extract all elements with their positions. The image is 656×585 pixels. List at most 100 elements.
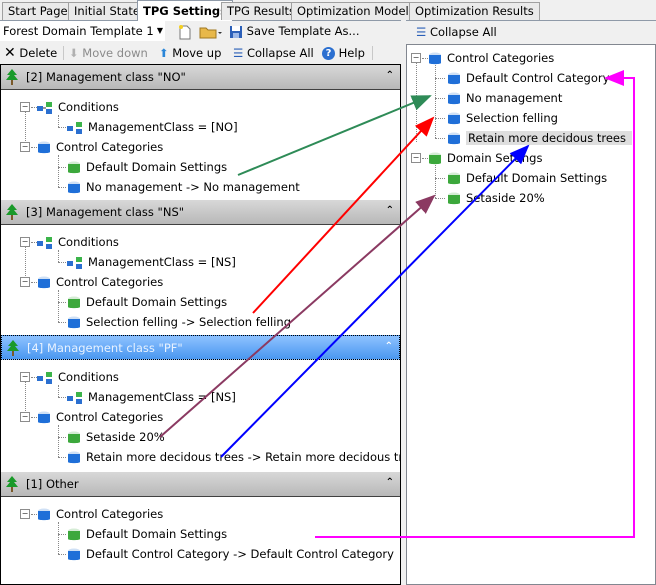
domain-cylinder-icon	[448, 192, 460, 204]
conditions-node[interactable]: Conditions	[37, 367, 119, 387]
category-mapping-node[interactable]: Retain more decidous trees -> Retain mor…	[67, 447, 423, 467]
delete-button[interactable]: ✕ Delete	[4, 42, 57, 64]
group-header[interactable]: [1] Other ⌃	[1, 472, 400, 497]
category-mapping-node[interactable]: No management -> No management	[67, 177, 300, 197]
toolbar-separator	[372, 46, 373, 60]
conditions-node[interactable]: Conditions	[37, 232, 119, 252]
collapse-chevron-icon[interactable]: ⌃	[386, 70, 394, 81]
domain-cylinder-icon	[429, 152, 441, 164]
tab-start-page[interactable]: Start Page	[2, 2, 74, 20]
conditions-icon	[37, 371, 52, 384]
category-cylinder-icon	[448, 112, 460, 124]
move-down-button[interactable]: ⬇ Move down	[69, 42, 148, 64]
group-header[interactable]: [2] Management class "NO" ⌃	[1, 65, 400, 90]
template-combo-value: Forest Domain Template 1	[3, 24, 154, 38]
save-icon	[230, 25, 242, 38]
condition-node[interactable]: ManagementClass = [NS]	[67, 252, 236, 272]
tab-optimization-results[interactable]: Optimization Results	[409, 2, 540, 20]
condition-node[interactable]: ManagementClass = [NO]	[67, 117, 238, 137]
category-cylinder-icon	[448, 92, 460, 104]
category-cylinder-icon	[38, 508, 50, 520]
expand-toggle[interactable]: −	[411, 53, 421, 63]
control-categories-node[interactable]: Control Categories	[37, 137, 163, 157]
group-title: [4] Management class "PF"	[27, 341, 183, 355]
template-editor-pane: Forest Domain Template 1 ▼ Save Template…	[0, 20, 423, 585]
category-cylinder-icon	[68, 181, 80, 193]
control-categories-root[interactable]: Control Categories	[428, 48, 554, 68]
right-toolbar: ☰ Collapse All	[406, 21, 656, 43]
group-header-selected[interactable]: [4] Management class "PF" ⌃	[1, 335, 400, 360]
tab-initial-state[interactable]: Initial State	[68, 2, 146, 20]
document-tabs: Start Page Initial State TPG Settings TP…	[0, 0, 656, 21]
group-title: [3] Management class "NS"	[26, 205, 185, 219]
open-folder-icon[interactable]	[199, 20, 223, 42]
category-item[interactable]: No management	[447, 88, 562, 108]
right-collapse-all-button[interactable]: ☰ Collapse All	[416, 21, 497, 43]
category-item[interactable]: Selection felling	[447, 108, 558, 128]
conditions-icon	[67, 121, 82, 134]
domain-cylinder-icon	[68, 296, 80, 308]
category-mapping-node[interactable]: Default Control Category -> Default Cont…	[67, 544, 394, 564]
control-categories-node[interactable]: Control Categories	[37, 407, 163, 427]
domain-item[interactable]: Default Domain Settings	[447, 168, 607, 188]
list-icon: ☰	[416, 25, 427, 39]
domain-settings-node[interactable]: Default Domain Settings	[67, 524, 227, 544]
expand-toggle[interactable]: −	[20, 372, 30, 382]
category-cylinder-icon	[429, 52, 441, 64]
control-categories-node[interactable]: Control Categories	[37, 504, 163, 524]
expand-toggle[interactable]: −	[20, 509, 30, 519]
save-template-as-button[interactable]: Save Template As...	[229, 20, 360, 42]
condition-node[interactable]: ManagementClass = [NS]	[67, 387, 236, 407]
domain-item[interactable]: Setaside 20%	[447, 188, 545, 208]
tab-tpg-results[interactable]: TPG Results	[221, 2, 302, 20]
tab-tpg-settings[interactable]: TPG Settings	[137, 0, 233, 21]
list-icon: ☰	[233, 46, 244, 60]
delete-icon: ✕	[4, 45, 16, 61]
category-cylinder-icon	[38, 411, 50, 423]
category-cylinder-icon	[448, 132, 460, 144]
domain-settings-root[interactable]: Domain Settings	[428, 148, 542, 168]
collapse-chevron-icon[interactable]: ⌃	[386, 477, 394, 488]
tree-icon	[7, 340, 19, 356]
category-cylinder-icon	[68, 548, 80, 560]
category-cylinder-icon	[68, 451, 80, 463]
collapse-chevron-icon[interactable]: ⌃	[385, 341, 393, 352]
expand-toggle[interactable]: −	[20, 237, 30, 247]
conditions-icon	[67, 391, 82, 404]
domain-cylinder-icon	[68, 528, 80, 540]
conditions-node[interactable]: Conditions	[37, 97, 119, 117]
save-template-as-label: Save Template As...	[246, 24, 360, 38]
domain-cylinder-icon	[68, 161, 80, 173]
domain-settings-node[interactable]: Setaside 20%	[67, 427, 165, 447]
collapse-all-button[interactable]: ☰ Collapse All	[233, 42, 314, 64]
group-header[interactable]: [3] Management class "NS" ⌃	[1, 200, 400, 225]
right-collapse-all-label: Collapse All	[429, 25, 497, 39]
expand-toggle[interactable]: −	[20, 412, 30, 422]
expand-toggle[interactable]: −	[20, 142, 30, 152]
group-title: [2] Management class "NO"	[26, 70, 186, 84]
domain-cylinder-icon	[68, 431, 80, 443]
domain-settings-node[interactable]: Default Domain Settings	[67, 292, 227, 312]
tab-optimization-model[interactable]: Optimization Model	[291, 2, 415, 20]
move-up-button[interactable]: ⬆ Move up	[159, 42, 221, 64]
help-button[interactable]: ? Help	[322, 42, 365, 64]
category-item[interactable]: Default Control Category	[447, 68, 609, 88]
domain-settings-node[interactable]: Default Domain Settings	[67, 157, 227, 177]
domain-cylinder-icon	[448, 172, 460, 184]
category-cylinder-icon	[448, 72, 460, 84]
help-icon: ?	[322, 47, 335, 60]
expand-toggle[interactable]: −	[20, 102, 30, 112]
collapse-chevron-icon[interactable]: ⌃	[386, 205, 394, 216]
category-item-highlighted[interactable]: Retain more decidous trees	[447, 128, 632, 148]
category-mapping-node[interactable]: Selection felling -> Selection felling	[67, 312, 291, 332]
groups-panel: [2] Management class "NO" ⌃ − Conditions…	[0, 64, 423, 585]
chevron-down-icon: ▼	[156, 26, 163, 35]
control-categories-node[interactable]: Control Categories	[37, 272, 163, 292]
category-cylinder-icon	[68, 316, 80, 328]
template-combo[interactable]: Forest Domain Template 1 ▼	[0, 21, 165, 41]
new-document-icon[interactable]	[178, 20, 192, 42]
expand-toggle[interactable]: −	[20, 277, 30, 287]
arrow-up-icon: ⬆	[159, 46, 169, 60]
delete-label: Delete	[19, 46, 58, 60]
expand-toggle[interactable]: −	[411, 153, 421, 163]
